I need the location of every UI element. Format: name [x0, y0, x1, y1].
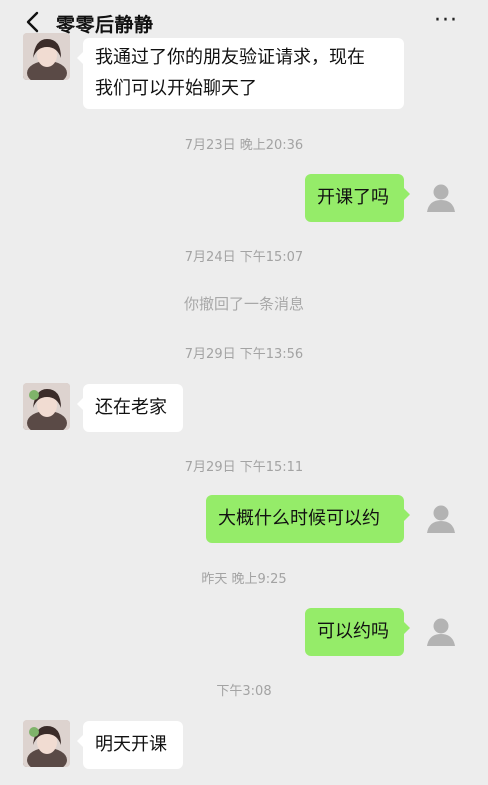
contact-avatar[interactable]: [23, 720, 70, 767]
chevron-left-icon[interactable]: [22, 10, 46, 34]
chat-title: 零零后静静: [56, 14, 154, 36]
contact-avatar[interactable]: [23, 383, 70, 430]
timestamp: 7月24日 下午15:07: [184, 250, 304, 265]
user-avatar[interactable]: [421, 499, 461, 539]
message-bubble-sent[interactable]: 大概什么时候可以约: [206, 495, 410, 543]
timestamp: 7月23日 晚上20:36: [184, 138, 304, 153]
timestamp: 7月29日 下午13:56: [184, 347, 304, 362]
message-bubble-sent[interactable]: 可以约吗: [305, 608, 410, 656]
default-user-icon: [427, 618, 455, 646]
message-bubble-sent[interactable]: 开课了吗: [305, 174, 410, 222]
message-text-line: 我通过了你的朋友验证请求，现在: [95, 47, 365, 68]
message-bubble-received[interactable]: 还在老家: [77, 384, 183, 432]
user-avatar[interactable]: [421, 612, 461, 652]
timestamp: 昨天 晚上9:25: [201, 572, 287, 587]
default-user-icon: [427, 184, 455, 212]
more-dots-icon[interactable]: ···: [434, 8, 458, 33]
timestamp: 下午3:08: [216, 684, 272, 699]
user-avatar[interactable]: [421, 178, 461, 218]
contact-avatar[interactable]: [23, 33, 70, 80]
recall-notice: 你撤回了一条消息: [183, 295, 304, 313]
message-bubble-received[interactable]: 我通过了你的朋友验证请求，现在 我们可以开始聊天了: [77, 38, 404, 109]
message-bubble-received[interactable]: 明天开课: [77, 721, 183, 769]
message-text-line: 我们可以开始聊天了: [95, 78, 257, 99]
timestamp: 7月29日 下午15:11: [184, 460, 304, 475]
default-user-icon: [427, 505, 455, 533]
